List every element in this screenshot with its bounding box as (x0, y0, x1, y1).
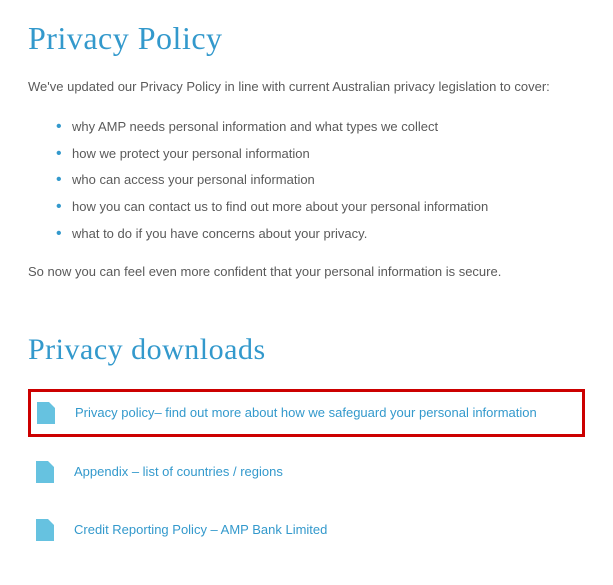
file-icon (36, 519, 54, 541)
list-item: how we protect your personal information (56, 141, 585, 168)
outro-paragraph: So now you can feel even more confident … (28, 262, 585, 283)
download-link[interactable]: Privacy policy– find out more about how … (75, 403, 537, 423)
page-title: Privacy Policy (28, 20, 585, 57)
list-item: why AMP needs personal information and w… (56, 114, 585, 141)
bullet-list: why AMP needs personal information and w… (28, 114, 585, 248)
intro-paragraph: We've updated our Privacy Policy in line… (28, 77, 585, 98)
download-item-appendix[interactable]: Appendix – list of countries / regions (28, 449, 585, 495)
download-item-privacy-policy[interactable]: Privacy policy– find out more about how … (28, 389, 585, 437)
list-item: how you can contact us to find out more … (56, 194, 585, 221)
file-icon (36, 461, 54, 483)
list-item: what to do if you have concerns about yo… (56, 221, 585, 248)
download-item-credit-reporting[interactable]: Credit Reporting Policy – AMP Bank Limit… (28, 507, 585, 553)
list-item: who can access your personal information (56, 167, 585, 194)
download-link[interactable]: Appendix – list of countries / regions (74, 462, 283, 482)
download-link[interactable]: Credit Reporting Policy – AMP Bank Limit… (74, 520, 327, 540)
downloads-heading: Privacy downloads (28, 333, 585, 367)
file-icon (37, 402, 55, 424)
